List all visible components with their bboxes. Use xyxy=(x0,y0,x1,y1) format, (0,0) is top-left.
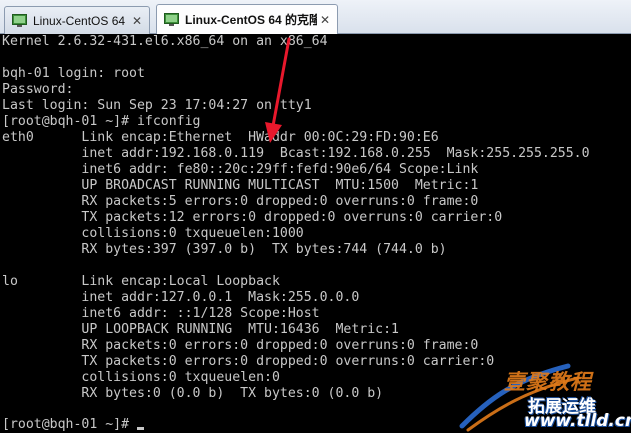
vm-icon xyxy=(12,14,27,27)
terminal-line: [root@bqh-01 ~]# ifconfig xyxy=(2,114,201,129)
terminal-line: Kernel 2.6.32-431.el6.x86_64 on an x86_6… xyxy=(2,34,328,49)
terminal-line: RX bytes:397 (397.0 b) TX bytes:744 (744… xyxy=(2,242,447,257)
terminal-line: UP BROADCAST RUNNING MULTICAST MTU:1500 … xyxy=(2,178,479,193)
tab-bar: Linux-CentOS 64 ✕ Linux-CentOS 64 的克隆 ✕ xyxy=(0,0,631,34)
terminal-line: TX packets:0 errors:0 dropped:0 overruns… xyxy=(2,354,495,369)
terminal-line: RX packets:0 errors:0 dropped:0 overruns… xyxy=(2,338,479,353)
terminal-line: TX packets:12 errors:0 dropped:0 overrun… xyxy=(2,210,503,225)
terminal-line: UP LOOPBACK RUNNING MTU:16436 Metric:1 xyxy=(2,322,399,337)
close-icon[interactable]: ✕ xyxy=(129,13,145,29)
terminal-line: collisions:0 txqueuelen:1000 xyxy=(2,226,304,241)
terminal-line: lo Link encap:Local Loopback xyxy=(2,274,280,289)
text-cursor xyxy=(136,427,144,430)
terminal-line: inet6 addr: ::1/128 Scope:Host xyxy=(2,306,320,321)
terminal-line: inet addr:127.0.0.1 Mask:255.0.0.0 xyxy=(2,290,360,305)
terminal-prompt: [root@bqh-01 ~]# xyxy=(2,417,137,432)
terminal-line: eth0 Link encap:Ethernet HWaddr 00:0C:29… xyxy=(2,130,439,145)
terminal-line: collisions:0 txqueuelen:0 xyxy=(2,370,280,385)
tab-linux-centos-64[interactable]: Linux-CentOS 64 ✕ xyxy=(4,6,150,34)
terminal-line: bqh-01 login: root xyxy=(2,66,145,81)
tab-label: Linux-CentOS 64 xyxy=(33,13,126,28)
terminal-line: Last login: Sun Sep 23 17:04:27 on tty1 xyxy=(2,98,312,113)
terminal-line: Password: xyxy=(2,82,74,97)
terminal-line: inet6 addr: fe80::20c:29ff:fefd:90e6/64 … xyxy=(2,162,479,177)
terminal-console[interactable]: Kernel 2.6.32-431.el6.x86_64 on an x86_6… xyxy=(0,34,631,433)
terminal-prompt-line[interactable]: [root@bqh-01 ~]# xyxy=(2,417,144,433)
tab-label: Linux-CentOS 64 的克隆 xyxy=(185,13,317,27)
tab-linux-centos-64-clone[interactable]: Linux-CentOS 64 的克隆 ✕ xyxy=(156,4,338,34)
terminal-line: RX packets:5 errors:0 dropped:0 overruns… xyxy=(2,194,479,209)
close-icon[interactable]: ✕ xyxy=(317,12,333,28)
terminal-line: inet addr:192.168.0.119 Bcast:192.168.0.… xyxy=(2,146,590,161)
terminal-line: RX bytes:0 (0.0 b) TX bytes:0 (0.0 b) xyxy=(2,386,384,401)
vm-icon xyxy=(164,13,179,26)
